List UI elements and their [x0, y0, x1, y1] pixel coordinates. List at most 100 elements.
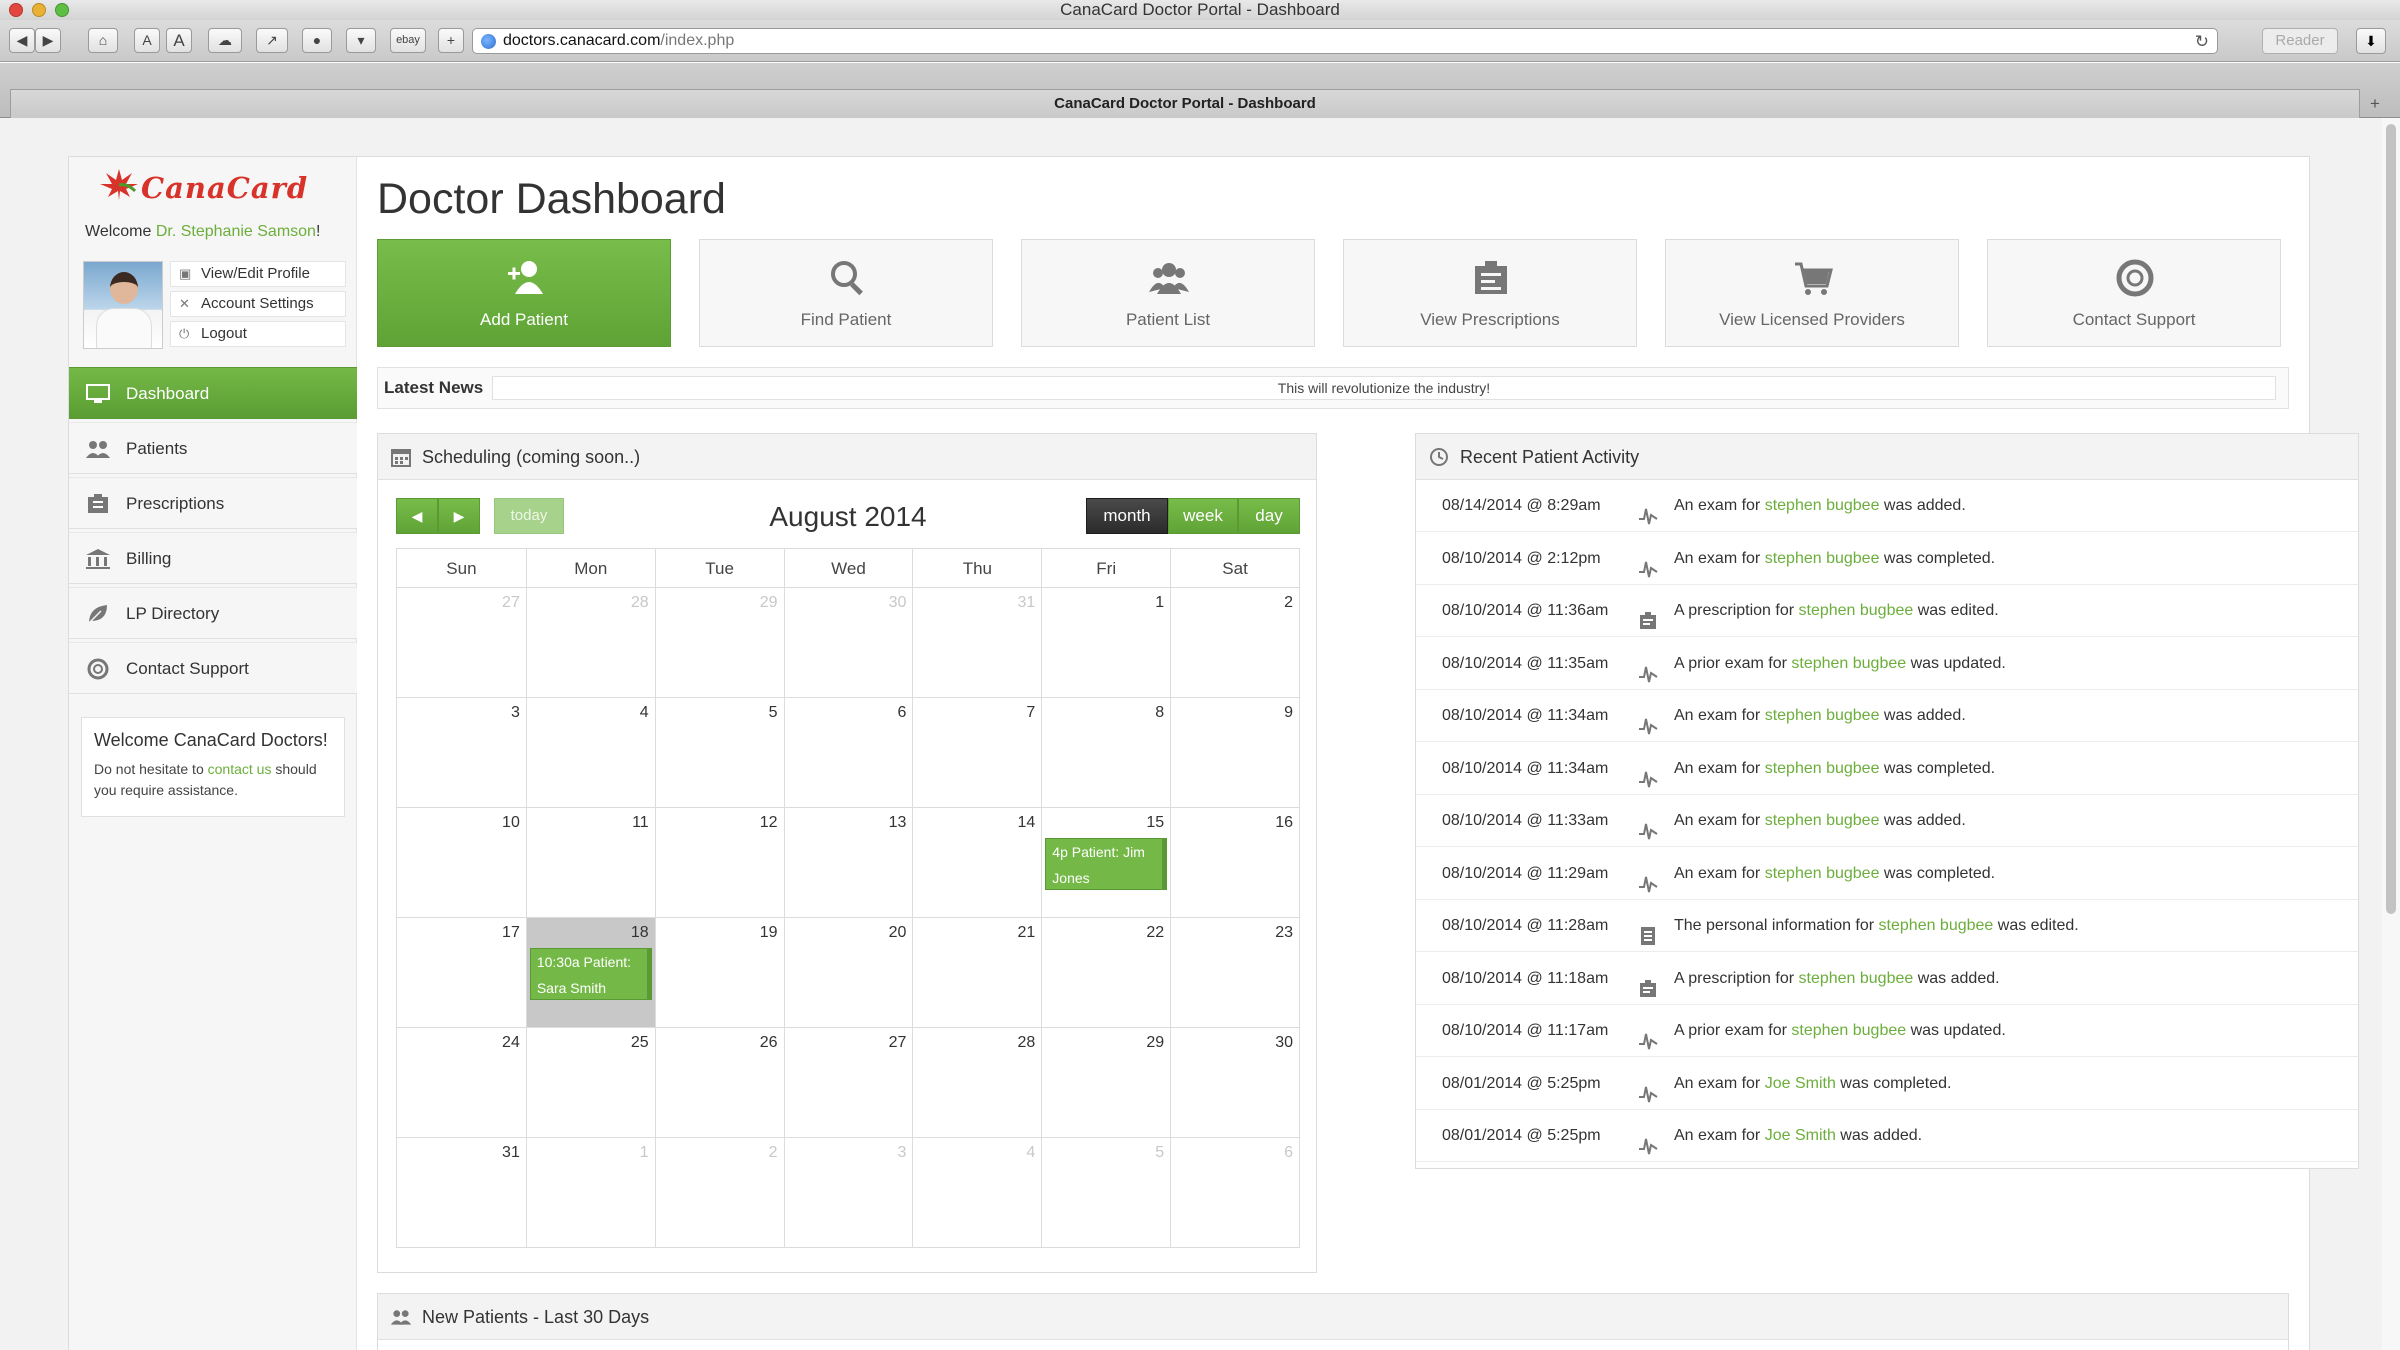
share-icon[interactable]: ↗ [256, 28, 288, 53]
reload-icon[interactable]: ↻ [2195, 30, 2209, 54]
sidebar-item-patients[interactable]: Patients [69, 422, 357, 474]
calendar-day[interactable]: 4 [912, 1138, 1041, 1247]
view-edit-profile-link[interactable]: ▣ View/Edit Profile [170, 261, 346, 287]
calendar-day[interactable]: 1 [525, 1138, 655, 1247]
cloud-icon[interactable]: ☁ [208, 28, 242, 53]
calendar-day[interactable]: 29 [654, 588, 784, 697]
find-patient-button[interactable]: Find Patient [699, 239, 993, 347]
calendar-day[interactable]: 5 [1041, 1138, 1170, 1247]
calendar-day[interactable]: 11 [525, 808, 655, 917]
calendar-day[interactable]: 3 [397, 698, 526, 807]
view-week-button[interactable]: week [1168, 498, 1238, 534]
contact-us-link[interactable]: contact us [208, 761, 272, 777]
patient-link[interactable]: stephen bugbee [1791, 655, 1906, 672]
calendar-day-today[interactable]: 18 10:30a Patient: Sara Smith [525, 918, 655, 1027]
font-smaller-button[interactable]: A [134, 28, 160, 53]
calendar-day[interactable]: 8 [1041, 698, 1170, 807]
sidebar-item-dashboard[interactable]: Dashboard [69, 367, 357, 419]
url-bar[interactable]: doctors.canacard.com/index.php ↻ [472, 28, 2218, 54]
view-prescriptions-button[interactable]: View Prescriptions [1343, 239, 1637, 347]
logout-link[interactable]: ⏻ Logout [170, 321, 346, 347]
calendar-day[interactable]: 5 [654, 698, 784, 807]
calendar-next-button[interactable]: ▶ [438, 498, 480, 534]
patient-link[interactable]: stephen bugbee [1765, 550, 1880, 567]
calendar-day[interactable]: 28 [525, 588, 655, 697]
patient-link[interactable]: stephen bugbee [1765, 497, 1880, 514]
patient-link[interactable]: stephen bugbee [1879, 917, 1994, 934]
downloads-icon[interactable]: ⬇ [2356, 28, 2386, 54]
ebay-button[interactable]: ebay [390, 28, 426, 53]
calendar-event[interactable]: 10:30a Patient: Sara Smith [529, 948, 652, 1000]
calendar-day[interactable]: 31 [397, 1138, 526, 1247]
patient-list-button[interactable]: Patient List [1021, 239, 1315, 347]
calendar-day[interactable]: 4 [525, 698, 655, 807]
patient-link[interactable]: stephen bugbee [1765, 865, 1880, 882]
calendar-day[interactable]: 1 [1041, 588, 1170, 697]
extension-icon[interactable]: ● [302, 28, 332, 53]
calendar-day[interactable]: 24 [397, 1028, 526, 1137]
calendar-day[interactable]: 27 [397, 588, 526, 697]
zoom-window-button[interactable] [55, 3, 69, 17]
calendar-day[interactable]: 13 [783, 808, 913, 917]
calendar-day[interactable]: 29 [1041, 1028, 1170, 1137]
patient-link[interactable]: Joe Smith [1765, 1127, 1836, 1144]
page-scrollbar-thumb[interactable] [2386, 124, 2396, 914]
calendar-prev-button[interactable]: ◀ [396, 498, 438, 534]
calendar-today-button[interactable]: today [494, 498, 564, 534]
calendar-day[interactable]: 12 [654, 808, 784, 917]
patient-link[interactable]: stephen bugbee [1799, 602, 1914, 619]
sidebar-item-billing[interactable]: Billing [69, 532, 357, 584]
calendar-day[interactable]: 22 [1041, 918, 1170, 1027]
view-month-button[interactable]: month [1086, 498, 1168, 534]
sidebar-item-lp-directory[interactable]: LP Directory [69, 587, 357, 639]
calendar-day[interactable]: 16 [1170, 808, 1299, 917]
sidebar-item-contact-support[interactable]: Contact Support [69, 642, 357, 694]
calendar-day[interactable]: 25 [525, 1028, 655, 1137]
patient-link[interactable]: stephen bugbee [1765, 707, 1880, 724]
view-licensed-providers-button[interactable]: View Licensed Providers [1665, 239, 1959, 347]
calendar-day[interactable]: 23 [1170, 918, 1299, 1027]
account-settings-link[interactable]: ✕ Account Settings [170, 291, 346, 317]
tab-dashboard[interactable]: CanaCard Doctor Portal - Dashboard [10, 89, 2360, 118]
new-tab-button[interactable]: + [2358, 91, 2392, 117]
calendar-day[interactable]: 2 [1170, 588, 1299, 697]
bookmark-icon[interactable]: ▾ [346, 28, 376, 53]
calendar-day[interactable]: 9 [1170, 698, 1299, 807]
calendar-day[interactable]: 30 [783, 588, 913, 697]
doctor-name-link[interactable]: Dr. Stephanie Samson [156, 223, 316, 240]
patient-link[interactable]: stephen bugbee [1799, 970, 1914, 987]
calendar-day[interactable]: 19 [654, 918, 784, 1027]
calendar-day[interactable]: 17 [397, 918, 526, 1027]
calendar-day[interactable]: 6 [783, 698, 913, 807]
calendar-day[interactable]: 26 [654, 1028, 784, 1137]
calendar-day[interactable]: 31 [912, 588, 1041, 697]
calendar-event[interactable]: 4p Patient: Jim Jones [1045, 838, 1168, 890]
patient-link[interactable]: stephen bugbee [1765, 760, 1880, 777]
calendar-day[interactable]: 28 [912, 1028, 1041, 1137]
patient-link[interactable]: stephen bugbee [1791, 1022, 1906, 1039]
calendar-day[interactable]: 2 [654, 1138, 784, 1247]
patient-link[interactable]: stephen bugbee [1765, 812, 1880, 829]
canacard-logo[interactable]: CanaCard [99, 165, 333, 209]
news-ticker[interactable]: This will revolutionize the industry! [492, 376, 2276, 400]
calendar-day[interactable]: 30 [1170, 1028, 1299, 1137]
forward-button[interactable]: ▶ [35, 28, 61, 53]
home-button[interactable]: ⌂ [88, 28, 118, 53]
calendar-day[interactable]: 10 [397, 808, 526, 917]
calendar-day[interactable]: 6 [1170, 1138, 1299, 1247]
calendar-day[interactable]: 27 [783, 1028, 913, 1137]
font-larger-button[interactable]: A [166, 28, 192, 53]
minimize-window-button[interactable] [32, 3, 46, 17]
calendar-day[interactable]: 21 [912, 918, 1041, 1027]
calendar-day[interactable]: 7 [912, 698, 1041, 807]
calendar-day[interactable]: 15 4p Patient: Jim Jones [1041, 808, 1170, 917]
add-bookmark-button[interactable]: + [438, 28, 464, 53]
calendar-day[interactable]: 3 [783, 1138, 913, 1247]
back-button[interactable]: ◀ [9, 28, 35, 53]
reader-button[interactable]: Reader [2262, 28, 2338, 54]
calendar-day[interactable]: 14 [912, 808, 1041, 917]
view-day-button[interactable]: day [1238, 498, 1300, 534]
calendar-day[interactable]: 20 [783, 918, 913, 1027]
patient-link[interactable]: Joe Smith [1765, 1075, 1836, 1092]
add-patient-button[interactable]: Add Patient [377, 239, 671, 347]
